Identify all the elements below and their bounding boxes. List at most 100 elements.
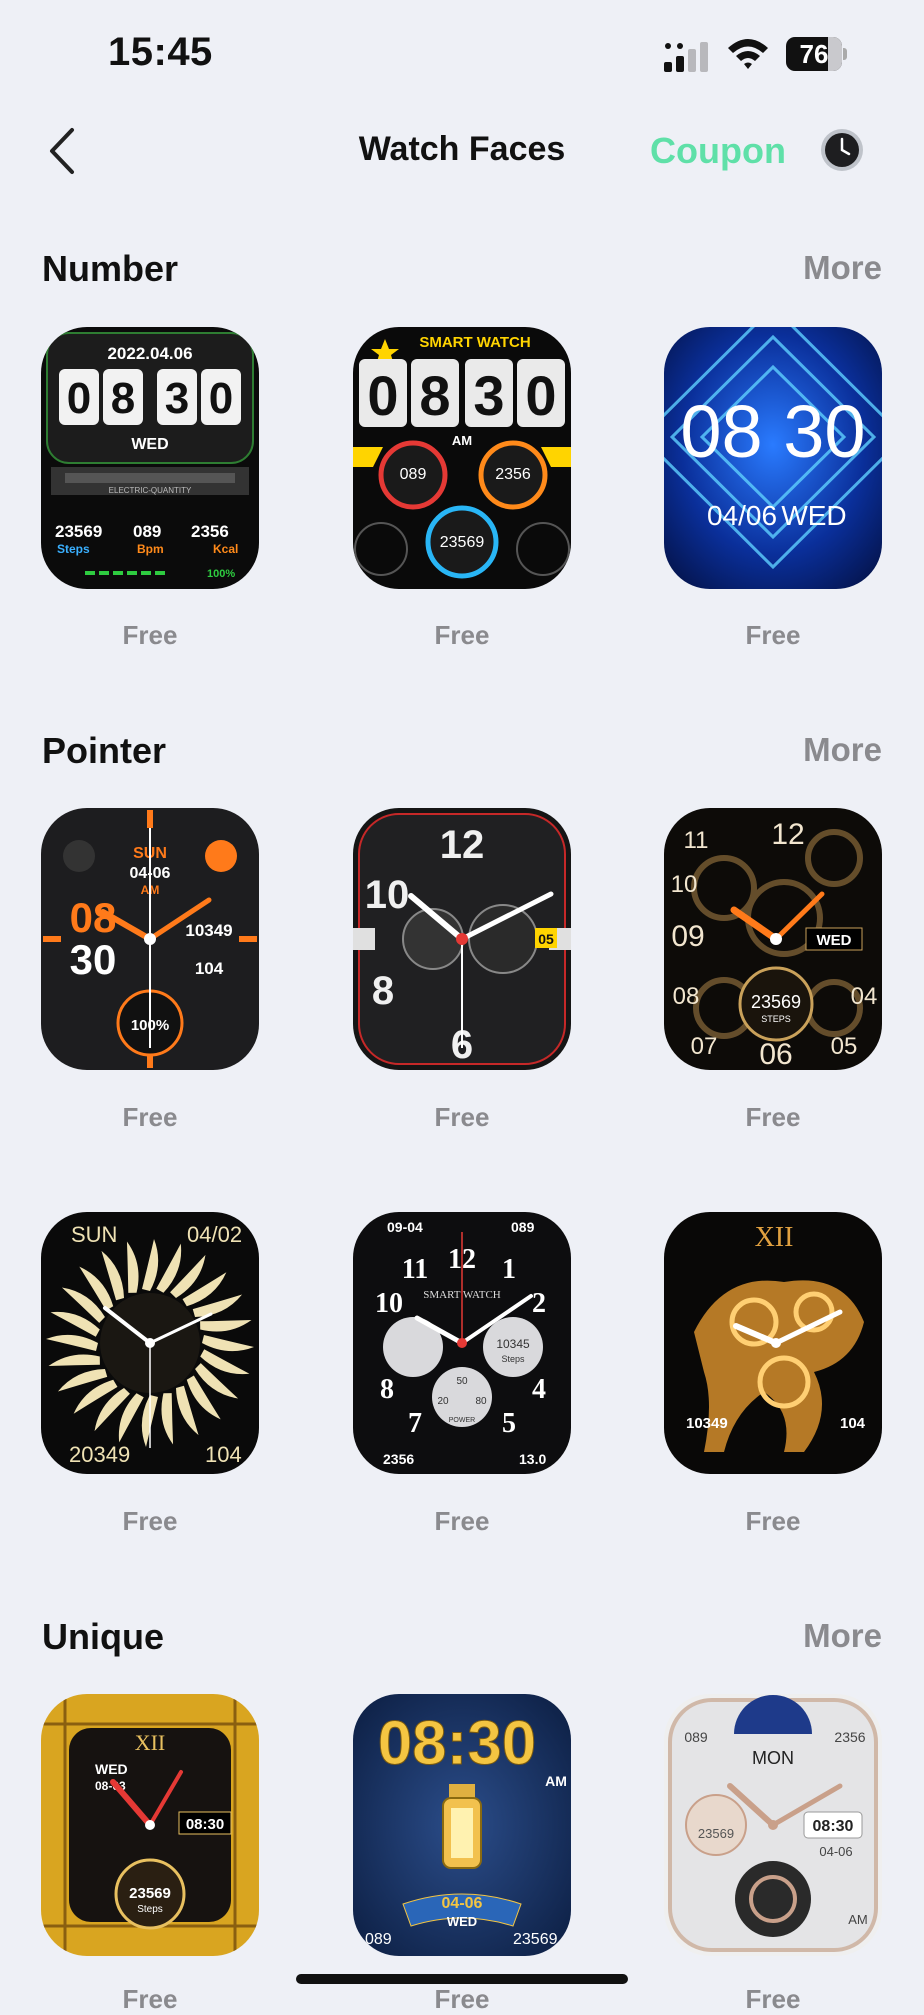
watch-face-pointer-5[interactable]: 09-04 089 2356 13.0 12 11 1 10 2 8 4 7 5… [353, 1212, 571, 1474]
cellular-signal-icon [664, 42, 708, 72]
svg-text:WED: WED [817, 932, 852, 949]
wifi-icon [728, 39, 768, 69]
section-title-number: Number [42, 248, 179, 289]
svg-text:0: 0 [67, 374, 91, 423]
svg-text:09-04: 09-04 [387, 1219, 423, 1235]
status-bar: 15:45 76 [0, 0, 924, 110]
watch-face-unique-2[interactable]: 08:30 AM 04-06 WED 089 23569 [353, 1694, 571, 1956]
svg-text:13.0: 13.0 [519, 1451, 546, 1467]
svg-text:104: 104 [840, 1415, 866, 1432]
svg-text:089: 089 [511, 1219, 535, 1235]
face-price-label: Free [122, 1102, 178, 1132]
watch-face-pointer-4[interactable]: SUN 04/02 20349 104 [41, 1212, 259, 1474]
svg-text:10345: 10345 [496, 1337, 530, 1351]
more-unique-button[interactable]: More [803, 1617, 882, 1655]
svg-text:1: 1 [502, 1254, 516, 1285]
svg-text:8: 8 [419, 364, 450, 427]
svg-text:23569: 23569 [698, 1826, 734, 1841]
svg-text:12: 12 [440, 823, 485, 867]
svg-text:11: 11 [684, 827, 709, 854]
face-price-label: Free [434, 1506, 490, 1536]
svg-text:08:30: 08:30 [378, 1709, 537, 1778]
svg-text:23569: 23569 [129, 1885, 171, 1902]
svg-text:Bpm: Bpm [137, 542, 164, 556]
svg-text:3: 3 [473, 364, 504, 427]
svg-text:10: 10 [671, 871, 698, 898]
watch-face-pointer-3[interactable]: 12 11 10 09 08 07 06 05 04 WED 23569 STE… [664, 808, 882, 1070]
svg-text:80: 80 [475, 1396, 487, 1407]
watch-face-number-1[interactable]: 2022.04.06 0 8 3 0 WED ELECTRIC-QUANTITY… [41, 327, 259, 589]
watch-face-pointer-1[interactable]: SUN 04-06 AM 08 30 10349 104 100% [41, 808, 259, 1070]
svg-text:089: 089 [684, 1729, 708, 1745]
watch-face-number-3[interactable]: 08 30 04/06 WED [664, 327, 882, 589]
face-price-label: Free [745, 1102, 801, 1132]
svg-text:3: 3 [165, 374, 189, 423]
svg-text:Steps: Steps [137, 1904, 163, 1915]
my-faces-clock-icon[interactable] [820, 128, 864, 172]
status-time: 15:45 [108, 30, 213, 74]
svg-text:WED: WED [781, 500, 846, 531]
svg-text:100%: 100% [207, 568, 235, 580]
face-price-label: Free [745, 620, 801, 650]
svg-text:23569: 23569 [751, 992, 801, 1012]
watch-face-number-2[interactable]: SMART WATCH 0 8 3 0 AM 089 2356 23569 [353, 327, 571, 589]
nav-bar: Watch Faces Coupon [0, 110, 924, 190]
svg-text:08:30: 08:30 [813, 1818, 854, 1835]
svg-text:10349: 10349 [185, 921, 232, 940]
svg-text:AM: AM [452, 433, 472, 448]
svg-text:8: 8 [372, 969, 394, 1013]
svg-text:2356: 2356 [834, 1729, 865, 1745]
svg-text:7: 7 [408, 1408, 422, 1439]
watch-face-unique-1[interactable]: XII WED 08-03 08:30 23569 Steps [41, 1694, 259, 1956]
svg-text:4: 4 [532, 1374, 546, 1405]
svg-text:30: 30 [70, 936, 117, 983]
watch-face-pointer-6[interactable]: XII 10349 104 [664, 1212, 882, 1474]
svg-text:2356: 2356 [495, 466, 531, 483]
svg-text:04/06: 04/06 [707, 500, 777, 531]
svg-text:Steps: Steps [501, 1354, 525, 1364]
svg-text:05: 05 [538, 931, 554, 947]
more-pointer-button[interactable]: More [803, 731, 882, 769]
svg-text:23569: 23569 [513, 1931, 558, 1948]
svg-text:12: 12 [771, 818, 804, 851]
svg-text:AM: AM [545, 1773, 567, 1789]
svg-text:09: 09 [671, 920, 704, 953]
svg-text:04-06: 04-06 [819, 1844, 852, 1859]
svg-text:089: 089 [365, 1931, 392, 1948]
svg-text:AM: AM [848, 1912, 868, 1927]
face-price-label: Free [745, 1506, 801, 1536]
svg-text:STEPS: STEPS [761, 1014, 791, 1024]
svg-text:Steps: Steps [57, 542, 90, 556]
svg-text:20349: 20349 [69, 1442, 130, 1467]
svg-text:08: 08 [673, 983, 700, 1010]
svg-text:23569: 23569 [55, 522, 102, 541]
svg-text:XII: XII [135, 1730, 166, 1755]
svg-text:10: 10 [365, 873, 410, 917]
svg-text:07: 07 [691, 1033, 718, 1060]
svg-text:10349: 10349 [686, 1415, 728, 1432]
svg-text:104: 104 [195, 959, 224, 978]
svg-text:50: 50 [456, 1376, 468, 1387]
svg-text:SMART WATCH: SMART WATCH [419, 334, 530, 351]
svg-text:10: 10 [375, 1288, 403, 1319]
svg-text:WED: WED [131, 436, 168, 453]
svg-text:04: 04 [851, 983, 878, 1010]
svg-text:5: 5 [502, 1408, 516, 1439]
svg-text:04-06: 04-06 [442, 1895, 483, 1912]
face-price-label: Free [434, 620, 490, 650]
svg-text:ELECTRIC-QUANTITY: ELECTRIC-QUANTITY [109, 486, 192, 495]
more-number-button[interactable]: More [803, 249, 882, 287]
svg-text:0: 0 [525, 364, 556, 427]
svg-text:23569: 23569 [440, 534, 485, 551]
face-date: 2022.04.06 [107, 344, 192, 363]
svg-text:08:30: 08:30 [186, 1816, 224, 1833]
svg-text:8: 8 [111, 374, 135, 423]
watch-face-pointer-2[interactable]: 12 6 10 8 05 [353, 808, 571, 1070]
watch-face-unique-3[interactable]: 089 2356 MON 23569 08:30 04-06 AM [664, 1694, 882, 1956]
coupon-button[interactable]: Coupon [650, 130, 786, 172]
svg-text:20: 20 [437, 1396, 449, 1407]
svg-text:04/02: 04/02 [187, 1222, 242, 1247]
battery-level: 76 [799, 39, 829, 69]
svg-text:08 30: 08 30 [680, 390, 865, 473]
svg-text:0: 0 [209, 374, 233, 423]
